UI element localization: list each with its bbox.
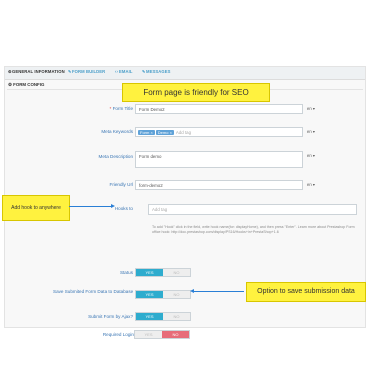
- login-no-option[interactable]: NO: [162, 331, 189, 338]
- tab-form-builder[interactable]: ✎FORM BUILDER: [68, 69, 105, 74]
- meta-description-lang-select[interactable]: en ▾: [307, 153, 318, 161]
- save-data-callout: Option to save submission data: [246, 282, 366, 302]
- required-login-label: Required Login: [102, 332, 134, 337]
- form-title-label: * Form Title: [109, 106, 134, 111]
- save-to-database-label: Save Submited Form Data to Database: [53, 289, 134, 294]
- hook-callout: Add hook to anywhere: [2, 195, 70, 221]
- friendly-url-label: Friendly Url: [109, 182, 133, 187]
- meta-keywords-label: Meta Keywords: [101, 129, 133, 134]
- tab-messages[interactable]: ✎MESSAGES: [142, 69, 171, 74]
- tab-general-information[interactable]: ⚙GENERAL INFORMATION: [8, 69, 65, 74]
- hooks-to-label: Hooks to: [114, 206, 133, 211]
- save-to-database-toggle[interactable]: YES NO: [135, 290, 191, 299]
- save-data-arrow: [190, 288, 244, 294]
- status-no-option[interactable]: NO: [163, 269, 190, 276]
- status-yes-option[interactable]: YES: [136, 269, 163, 276]
- submit-ajax-toggle[interactable]: YES NO: [135, 312, 191, 321]
- ajax-no-option[interactable]: NO: [163, 313, 190, 320]
- meta-keywords-input[interactable]: Form × Demo × Add tag: [135, 127, 303, 137]
- tag-chip[interactable]: Form ×: [138, 129, 155, 135]
- tag-chip[interactable]: Demo ×: [155, 129, 174, 135]
- meta-description-textarea[interactable]: Form demo: [135, 151, 303, 168]
- form-title-lang-select[interactable]: en ▾: [307, 106, 318, 114]
- form-title-input[interactable]: Form Demo2: [135, 104, 303, 114]
- status-label: Status: [119, 270, 133, 275]
- tab-bar: ⚙GENERAL INFORMATION ✎FORM BUILDER ‹›EMA…: [5, 67, 365, 80]
- save-no-option[interactable]: NO: [163, 291, 190, 298]
- submit-ajax-label: Submit Form by Ajax?: [88, 314, 133, 319]
- save-yes-option[interactable]: YES: [136, 291, 163, 298]
- login-yes-option[interactable]: YES: [135, 331, 162, 338]
- hooks-to-input[interactable]: Add tag: [148, 204, 357, 215]
- friendly-url-lang-select[interactable]: en ▾: [307, 182, 318, 190]
- hook-arrow: [69, 203, 115, 209]
- seo-callout: Form page is friendly for SEO: [122, 83, 270, 102]
- tag-placeholder: Add tag: [175, 129, 192, 135]
- tab-email[interactable]: ‹›EMAIL: [115, 69, 133, 74]
- ajax-yes-option[interactable]: YES: [136, 313, 163, 320]
- required-login-toggle[interactable]: YES NO: [134, 330, 190, 339]
- meta-keywords-lang-select[interactable]: en ▾: [307, 129, 318, 137]
- friendly-url-input[interactable]: form-demo2: [135, 180, 303, 190]
- status-toggle[interactable]: YES NO: [135, 268, 191, 277]
- meta-description-label: Meta Description: [98, 154, 133, 159]
- section-title: ⚙ FORM CONFIG: [8, 82, 45, 87]
- hooks-help-text: To add "Hook" click in the field, write …: [152, 225, 355, 234]
